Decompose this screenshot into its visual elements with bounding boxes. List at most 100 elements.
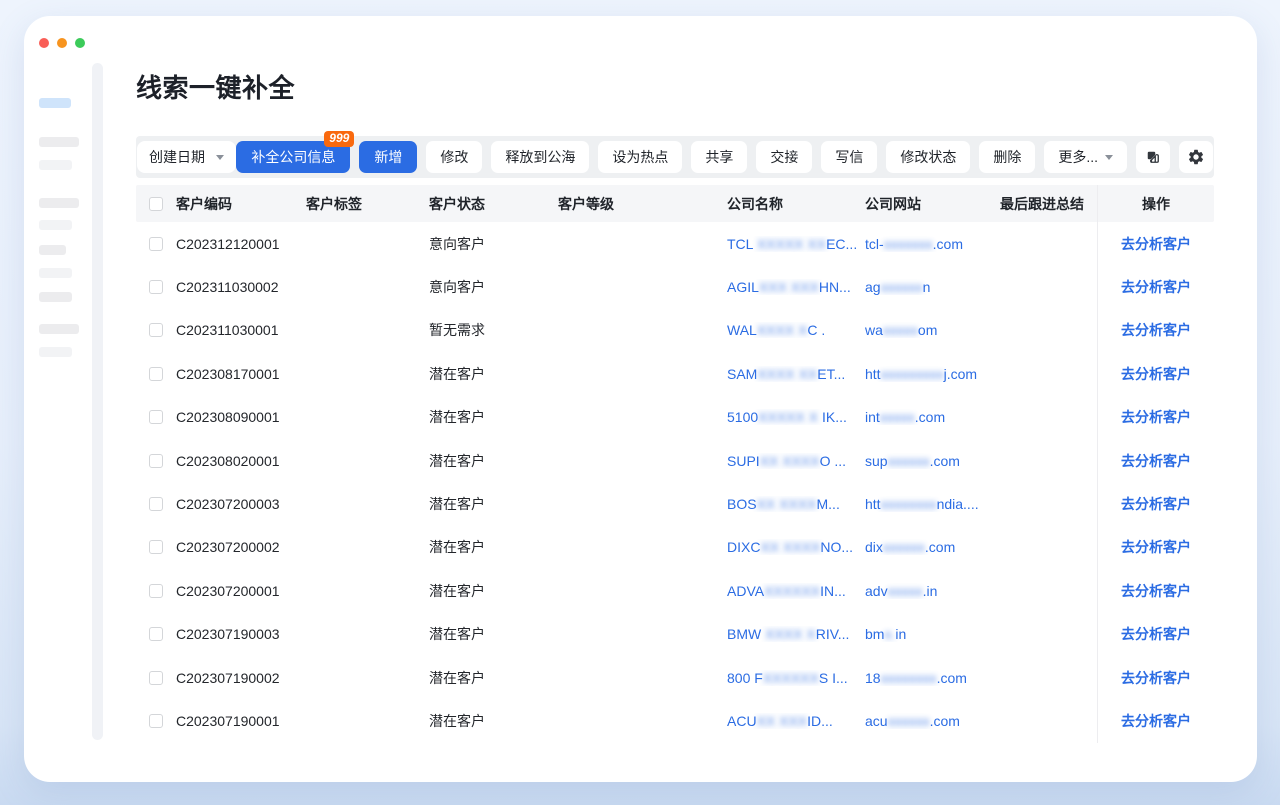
analyze-customer-link[interactable]: 去分析客户 (1121, 581, 1191, 601)
company-name-link[interactable]: TCL XXXXX XXEC... (727, 236, 865, 252)
delete-button[interactable]: 删除 (979, 141, 1035, 173)
row-checkbox-cell (136, 237, 176, 251)
close-window-button[interactable] (39, 38, 49, 48)
table-row[interactable]: C202307190003潜在客户BMW XXXX XRIV...bmx.in去… (136, 613, 1214, 656)
header-cell: 最后跟进总结 (1000, 194, 1097, 214)
table-row[interactable]: C202307200002潜在客户DIXCXX XXXXNO...dixxxxx… (136, 526, 1214, 569)
company-website-link[interactable]: agxxxxxxn (865, 279, 1000, 295)
company-website-link[interactable]: supxxxxxx.com (865, 453, 1000, 469)
table-row[interactable]: C202311030002意向客户AGILXXX XXXHN...agxxxxx… (136, 265, 1214, 308)
release-to-public-sea-button[interactable]: 释放到公海 (491, 141, 589, 173)
table-row[interactable]: C202308170001潜在客户SAMXXXX XXET...httxxxxx… (136, 352, 1214, 395)
row-checkbox[interactable] (149, 410, 163, 424)
analyze-customer-link[interactable]: 去分析客户 (1121, 407, 1191, 427)
row-checkbox[interactable] (149, 714, 163, 728)
set-as-hotspot-button[interactable]: 设为热点 (598, 141, 682, 173)
row-checkbox[interactable] (149, 497, 163, 511)
analyze-customer-link[interactable]: 去分析客户 (1121, 234, 1191, 254)
company-website-link[interactable]: bmx.in (865, 626, 1000, 642)
sidebar-active-item-bar[interactable] (39, 98, 71, 108)
company-website-link[interactable]: intxxxxx.com (865, 409, 1000, 425)
customer-status-cell: 意向客户 (429, 277, 558, 297)
analyze-customer-link[interactable]: 去分析客户 (1121, 711, 1191, 731)
add-new-button[interactable]: 新增 (359, 141, 417, 173)
table-row[interactable]: C202308020001潜在客户SUPIXX XXXXO ...supxxxx… (136, 439, 1214, 482)
company-name-link[interactable]: SUPIXX XXXXO ... (727, 453, 865, 469)
analyze-customer-link[interactable]: 去分析客户 (1121, 364, 1191, 384)
company-website-link[interactable]: advxxxxx.in (865, 583, 1000, 599)
text-fragment: acu (865, 713, 888, 729)
write-email-button[interactable]: 写信 (821, 141, 877, 173)
table-row[interactable]: C202307190001潜在客户ACUXX XXXID...acuxxxxxx… (136, 699, 1214, 742)
company-name-link[interactable]: WALXXXX XC . (727, 322, 865, 338)
sidebar-skeleton-bar (39, 347, 72, 357)
company-website-link[interactable]: acuxxxxxx.com (865, 713, 1000, 729)
company-name-link[interactable]: ADVAXXXXXXIN... (727, 583, 865, 599)
analyze-customer-link[interactable]: 去分析客户 (1121, 668, 1191, 688)
analyze-customer-link[interactable]: 去分析客户 (1121, 320, 1191, 340)
text-fragment: tcl- (865, 236, 884, 252)
analyze-customer-link[interactable]: 去分析客户 (1121, 624, 1191, 644)
minimize-window-button[interactable] (57, 38, 67, 48)
analyze-customer-link[interactable]: 去分析客户 (1121, 494, 1191, 514)
company-website-link[interactable]: 18xxxxxxxx.com (865, 670, 1000, 686)
row-checkbox[interactable] (149, 454, 163, 468)
row-checkbox[interactable] (149, 237, 163, 251)
table-row[interactable]: C202311030001暂无需求WALXXXX XC .waxxxxxom去分… (136, 309, 1214, 352)
customer-code-cell: C202308020001 (176, 453, 306, 469)
toolbar-buttons: 补全公司信息999 新增修改释放到公海设为热点共享交接写信修改状态删除更多... (236, 141, 1213, 173)
row-checkbox-cell (136, 454, 176, 468)
text-fragment: wa (865, 322, 883, 338)
chevron-down-icon (1105, 155, 1113, 160)
company-name-link[interactable]: SAMXXXX XXET... (727, 366, 865, 382)
analyze-customer-link[interactable]: 去分析客户 (1121, 451, 1191, 471)
settings-button[interactable] (1179, 141, 1213, 173)
row-checkbox[interactable] (149, 323, 163, 337)
row-checkbox[interactable] (149, 540, 163, 554)
company-website-link[interactable]: httxxxxxxxxndia.... (865, 496, 1000, 512)
company-name-link[interactable]: ACUXX XXXID... (727, 713, 865, 729)
company-name-link[interactable]: BMW XXXX XRIV... (727, 626, 865, 642)
zoom-window-button[interactable] (75, 38, 85, 48)
company-website-link[interactable]: tcl-xxxxxxx.com (865, 236, 1000, 252)
company-name-link[interactable]: 800 FXXXXXXS I... (727, 670, 865, 686)
row-checkbox[interactable] (149, 627, 163, 641)
analyze-customer-link[interactable]: 去分析客户 (1121, 277, 1191, 297)
text-fragment: .com (925, 539, 955, 555)
table-row[interactable]: C202312120001意向客户TCL XXXXX XXEC...tcl-xx… (136, 222, 1214, 265)
table-row[interactable]: C202307200001潜在客户ADVAXXXXXXIN...advxxxxx… (136, 569, 1214, 612)
swap-button[interactable] (1136, 141, 1170, 173)
text-fragment: 18 (865, 670, 881, 686)
company-name-link[interactable]: 5100XXXXX X IK... (727, 409, 865, 425)
company-website-link[interactable]: dixxxxxxx.com (865, 539, 1000, 555)
company-name-link[interactable]: DIXCXX XXXXNO... (727, 539, 865, 555)
date-filter-select[interactable]: 创建日期 (137, 141, 236, 173)
table-row[interactable]: C202307200003潜在客户BOSXX XXXXM...httxxxxxx… (136, 482, 1214, 525)
row-checkbox[interactable] (149, 280, 163, 294)
analyze-customer-link[interactable]: 去分析客户 (1121, 537, 1191, 557)
complete-company-info-button[interactable]: 补全公司信息999 (236, 141, 350, 173)
sidebar-skeleton-bar (39, 245, 66, 255)
change-status-button[interactable]: 修改状态 (886, 141, 970, 173)
row-checkbox[interactable] (149, 584, 163, 598)
company-website-link[interactable]: waxxxxxom (865, 322, 1000, 338)
share-button[interactable]: 共享 (691, 141, 747, 173)
customer-code-cell: C202307190002 (176, 670, 306, 686)
row-checkbox[interactable] (149, 671, 163, 685)
row-checkbox[interactable] (149, 367, 163, 381)
table-row[interactable]: C202307190002潜在客户800 FXXXXXXS I...18xxxx… (136, 656, 1214, 699)
text-fragment: RIV... (816, 626, 850, 642)
select-all-checkbox[interactable] (149, 197, 163, 211)
table-row[interactable]: C202308090001潜在客户5100XXXXX X IK...intxxx… (136, 396, 1214, 439)
more-button[interactable]: 更多... (1044, 141, 1127, 173)
handover-button[interactable]: 交接 (756, 141, 812, 173)
company-name-link[interactable]: BOSXX XXXXM... (727, 496, 865, 512)
edit-button[interactable]: 修改 (426, 141, 482, 173)
text-fragment: C . (807, 322, 825, 338)
row-action-cell: 去分析客户 (1097, 613, 1214, 656)
company-name-link[interactable]: AGILXXX XXXHN... (727, 279, 865, 295)
row-action-cell: 去分析客户 (1097, 396, 1214, 439)
redacted-text: xxxxxxx (884, 236, 933, 252)
text-fragment: om (918, 322, 937, 338)
company-website-link[interactable]: httxxxxxxxxxj.com (865, 366, 1000, 382)
